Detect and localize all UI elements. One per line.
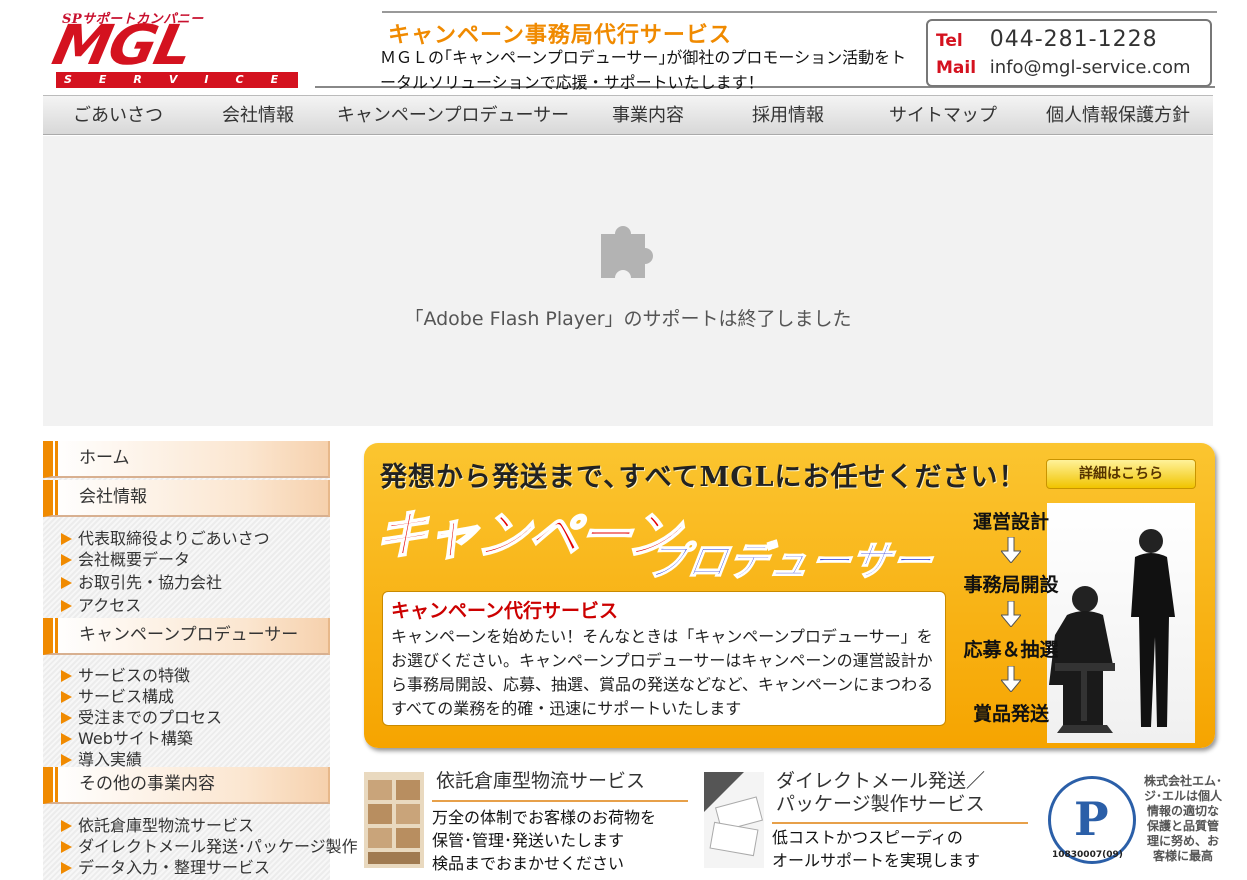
nav-sitemap[interactable]: サイトマップ (863, 96, 1023, 134)
arrow-right-icon (61, 820, 72, 832)
sidebar: ホーム 会社情報 代表取締役よりごあいさつ 会社概要データ お取引先・協力会社 … (43, 441, 358, 880)
site-header: SPサポートカンパニー MGL SERVICE キャンペーン事務局代行サービス … (0, 0, 1247, 92)
dm-title-line-2: パッケージ製作サービス (776, 793, 985, 815)
dm-line-1: 低コストかつスピーディの (772, 828, 963, 847)
arrow-right-icon (61, 841, 72, 853)
nav-company[interactable]: 会社情報 (193, 96, 323, 134)
box-title: キャンペーン代行サービス (391, 600, 619, 622)
sidebar-link-label: 会社概要データ (78, 550, 191, 569)
campaign-title: キャンペーン (370, 505, 684, 567)
flow-step-shipping: 賞品発送 (972, 703, 1049, 725)
flow-step-office: 事務局開設 (963, 574, 1059, 596)
privacy-mark-number: 10830007(09) (1052, 850, 1123, 860)
flow-step-design: 運営設計 (972, 511, 1049, 533)
privacy-mark-logo: P (1074, 792, 1109, 846)
business-people-image (1047, 503, 1195, 743)
box-text: キャンペーンを始めたい！そんなときは「キャンペーンプロデューサー」をお選びくださ… (391, 627, 934, 718)
banner-headline: 発想から発送まで､すべてMGLにお任せください！ (380, 462, 1027, 493)
silhouette-graphic (1049, 529, 1175, 733)
sidebar-other[interactable]: その他の事業内容 (43, 767, 330, 804)
sidebar-link-label: データ入力・整理サービス (78, 858, 271, 877)
arrow-right-icon (61, 554, 72, 566)
arrow-right-icon (61, 533, 72, 545)
arrow-right-icon (61, 600, 72, 612)
sidebar-link-data-entry[interactable]: データ入力・整理サービス (61, 854, 270, 878)
dm-title-line-1: ダイレクトメール発送／ (776, 770, 986, 792)
title-underline (772, 822, 1028, 824)
detail-button[interactable]: 詳細はこちら (1046, 459, 1196, 489)
producer-title: プロデューサー (642, 538, 936, 586)
sidebar-link-access[interactable]: アクセス (61, 592, 141, 616)
arrow-right-icon (61, 862, 72, 874)
arrow-right-icon (61, 754, 72, 766)
warehouse-line-3: 検品までおまかせください (432, 854, 625, 873)
mail-envelopes-image (704, 772, 764, 868)
arrow-down-icon (1001, 666, 1021, 692)
arrow-down-icon (1001, 601, 1021, 627)
mail-value[interactable]: info@mgl-service.com (990, 57, 1191, 78)
warehouse-line-1: 万全の体制でお客様のお荷物を (432, 808, 657, 827)
service-description: ＭＧＬの｢キャンペーンプロデューサー｣が御社のプロモーション活動をトータルソリュ… (380, 48, 907, 92)
dm-line-2: オールサポートを実現します (772, 851, 981, 870)
nav-recruit[interactable]: 採用情報 (713, 96, 863, 134)
dm-card[interactable]: ダイレクトメール発送／ パッケージ製作サービス 低コストかつスピーディの オール… (704, 766, 1034, 880)
arrow-right-icon (61, 733, 72, 745)
logo-sub: SERVICE (56, 72, 298, 88)
puzzle-icon (601, 226, 653, 278)
tel-value[interactable]: 044-281-1228 (990, 27, 1158, 52)
warehouse-line-2: 保管･管理･発送いたします (432, 831, 625, 850)
tel-row: Tel 044-281-1228 (936, 27, 1158, 52)
contact-box: Tel 044-281-1228 Mail info@mgl-service.c… (926, 19, 1212, 87)
sidebar-link-label: お取引先・協力会社 (78, 573, 223, 592)
flash-message: 「Adobe Flash Player」のサポートは終了しました (404, 308, 852, 330)
mgl-logo[interactable]: SPサポートカンパニー MGL SERVICE (47, 6, 300, 90)
main-nav: ごあいさつ 会社情報 キャンペーンプロデューサー 事業内容 採用情報 サイトマッ… (43, 95, 1213, 135)
campaign-banner[interactable]: 発想から発送まで､すべてMGLにお任せください！ 詳細はこちら キャンペーン プ… (364, 443, 1215, 748)
arrow-down-icon (1001, 537, 1021, 563)
nav-greeting[interactable]: ごあいさつ (43, 96, 193, 134)
header-top-rule (382, 11, 1217, 13)
tel-label: Tel (936, 31, 963, 51)
flash-placeholder: 「Adobe Flash Player」のサポートは終了しました (43, 136, 1213, 426)
mail-label: Mail (936, 58, 977, 78)
warehouse-title: 依託倉庫型物流サービス (436, 770, 646, 792)
nav-producer[interactable]: キャンペーンプロデューサー (323, 96, 583, 134)
arrow-right-icon (61, 670, 72, 682)
sidebar-link-label: アクセス (78, 596, 142, 615)
service-description-box: キャンペーン代行サービス キャンペーンを始めたい！そんなときは「キャンペーンプロ… (382, 591, 946, 726)
nav-business[interactable]: 事業内容 (583, 96, 713, 134)
mail-row: Mail info@mgl-service.com (936, 57, 1191, 78)
logo-main: MGL (47, 12, 198, 78)
nav-privacy[interactable]: 個人情報保護方針 (1023, 96, 1213, 134)
sidebar-producer[interactable]: キャンペーンプロデューサー (43, 618, 330, 655)
flow-step-lottery: 応募＆抽選 (963, 639, 1059, 661)
arrow-right-icon (61, 691, 72, 703)
privacy-text: 株式会社エム･ジ･エルは個人情報の適切な保護と品質管理に努め、お客様に最高 (1144, 774, 1223, 863)
warehouse-card[interactable]: 依託倉庫型物流サービス 万全の体制でお客様のお荷物を 保管･管理･発送いたします… (364, 766, 694, 880)
arrow-right-icon (61, 712, 72, 724)
sidebar-home[interactable]: ホーム (43, 441, 330, 478)
title-underline (432, 800, 688, 802)
arrow-right-icon (61, 577, 72, 589)
sidebar-link-overview[interactable]: 会社概要データ (61, 546, 190, 570)
sidebar-company[interactable]: 会社情報 (43, 480, 330, 517)
privacy-mark[interactable]: P 10830007(09) 株式会社エム･ジ･エルは個人情報の適切な保護と品質… (1040, 770, 1223, 880)
sidebar-link-partners[interactable]: お取引先・協力会社 (61, 569, 222, 593)
boxes-image (364, 772, 424, 868)
